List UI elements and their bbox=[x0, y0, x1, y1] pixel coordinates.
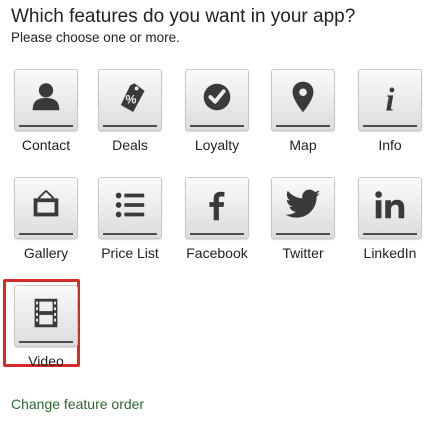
feature-video-button[interactable] bbox=[14, 285, 78, 347]
feature-label: Contact bbox=[21, 137, 71, 153]
feature-twitter[interactable]: Twitter bbox=[268, 177, 338, 271]
list-icon bbox=[115, 192, 145, 218]
feature-contact[interactable]: Contact bbox=[11, 69, 81, 163]
feature-loyalty-button[interactable] bbox=[185, 69, 249, 131]
page-title: Which features do you want in your app? bbox=[11, 6, 356, 27]
facebook-icon bbox=[209, 191, 225, 221]
feature-label: Video bbox=[28, 353, 64, 369]
feature-linkedin-button[interactable] bbox=[358, 177, 422, 239]
feature-label: Gallery bbox=[23, 245, 69, 261]
feature-contact-button[interactable] bbox=[14, 69, 78, 131]
feature-deals-button[interactable]: % bbox=[98, 69, 162, 131]
change-feature-order-link[interactable]: Change feature order bbox=[11, 396, 144, 412]
feature-label: Info bbox=[378, 137, 402, 153]
svg-text:%: % bbox=[125, 93, 136, 107]
feature-linkedin[interactable]: LinkedIn bbox=[355, 177, 425, 271]
feature-loyalty[interactable]: Loyalty bbox=[182, 69, 252, 163]
feature-label: LinkedIn bbox=[363, 245, 417, 261]
feature-facebook[interactable]: Facebook bbox=[182, 177, 252, 271]
picture-frame-icon bbox=[33, 190, 59, 217]
feature-label: Map bbox=[289, 137, 317, 153]
price-tag-icon: % bbox=[120, 83, 145, 113]
feature-twitter-button[interactable] bbox=[271, 177, 335, 239]
feature-info[interactable]: i Info bbox=[355, 69, 425, 163]
person-icon bbox=[32, 83, 60, 111]
feature-info-button[interactable]: i bbox=[358, 69, 422, 131]
page-subtitle: Please choose one or more. bbox=[11, 30, 180, 45]
svg-text:i: i bbox=[386, 81, 395, 116]
info-icon: i bbox=[386, 81, 395, 116]
feature-map-button[interactable] bbox=[271, 69, 335, 131]
feature-gallery-button[interactable] bbox=[14, 177, 78, 239]
checkmark-circle-icon bbox=[203, 83, 231, 111]
film-strip-icon bbox=[34, 298, 58, 328]
feature-label: Loyalty bbox=[194, 137, 240, 153]
feature-video[interactable]: Video bbox=[11, 285, 81, 379]
feature-facebook-button[interactable] bbox=[185, 177, 249, 239]
map-pin-icon bbox=[292, 81, 314, 113]
feature-deals[interactable]: % Deals bbox=[95, 69, 165, 163]
twitter-bird-icon bbox=[285, 189, 321, 218]
feature-label: Price List bbox=[101, 245, 159, 261]
feature-map[interactable]: Map bbox=[268, 69, 338, 163]
linkedin-icon bbox=[375, 191, 405, 219]
feature-label: Twitter bbox=[282, 245, 324, 261]
feature-price-list[interactable]: Price List bbox=[95, 177, 165, 271]
feature-label: Deals bbox=[112, 137, 148, 153]
feature-price-list-button[interactable] bbox=[98, 177, 162, 239]
feature-label: Facebook bbox=[186, 245, 248, 261]
feature-gallery[interactable]: Gallery bbox=[11, 177, 81, 271]
